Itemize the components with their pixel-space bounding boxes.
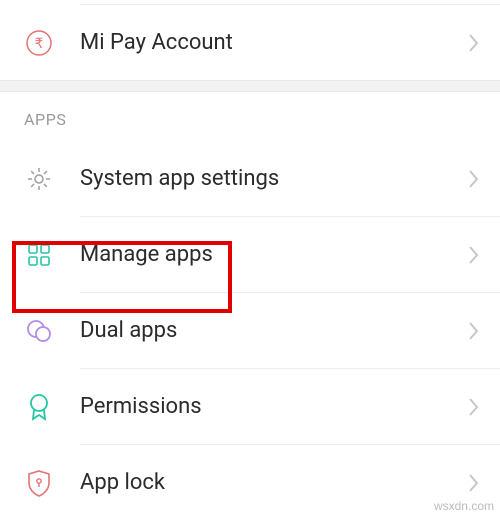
accounts-section: ₹ Mi Pay Account [0, 0, 500, 80]
app-lock-label: App lock [80, 470, 468, 495]
chevron-right-icon [468, 244, 480, 266]
watermark: wsxdn.com [434, 499, 494, 513]
rupee-icon: ₹ [24, 28, 54, 58]
badge-icon [24, 392, 54, 422]
apps-section: APPS System app settings [0, 92, 500, 520]
app-lock-row[interactable]: App lock [0, 445, 500, 520]
chevron-right-icon [468, 32, 480, 54]
dual-circles-icon [24, 316, 54, 346]
section-gap [0, 80, 500, 92]
dual-apps-label: Dual apps [80, 318, 468, 343]
chevron-right-icon [468, 472, 480, 494]
permissions-label: Permissions [80, 394, 468, 419]
apps-grid-icon [24, 240, 54, 270]
chevron-right-icon [468, 320, 480, 342]
system-app-settings-label: System app settings [80, 166, 468, 191]
chevron-right-icon [468, 396, 480, 418]
svg-text:₹: ₹ [35, 35, 44, 51]
permissions-row[interactable]: Permissions [0, 369, 500, 444]
mi-pay-account-row[interactable]: ₹ Mi Pay Account [0, 5, 500, 80]
gear-icon [24, 164, 54, 194]
manage-apps-label: Manage apps [80, 242, 468, 267]
apps-section-header: APPS [0, 92, 500, 141]
dual-apps-row[interactable]: Dual apps [0, 293, 500, 368]
chevron-right-icon [468, 168, 480, 190]
manage-apps-row[interactable]: Manage apps [0, 217, 500, 292]
lock-shield-icon [24, 468, 54, 498]
mi-pay-account-label: Mi Pay Account [80, 30, 468, 55]
system-app-settings-row[interactable]: System app settings [0, 141, 500, 216]
